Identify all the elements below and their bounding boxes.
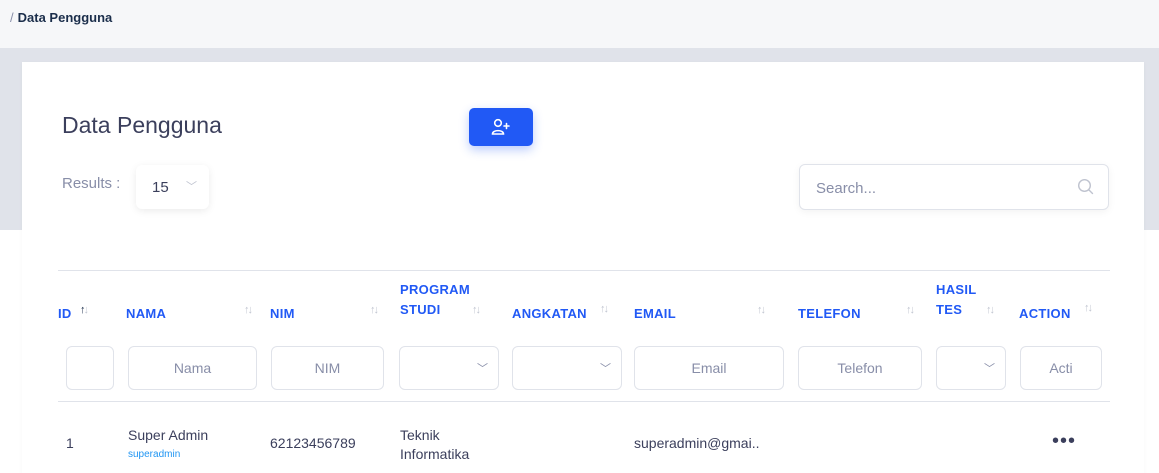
chevron-down-icon: ﹀ (186, 181, 197, 193)
sort-icon[interactable]: ↑↓ (370, 304, 379, 316)
filter-program-studi-select[interactable]: ﹀ (399, 346, 499, 390)
results-value: 15 (152, 178, 169, 196)
cell-id: 1 (66, 435, 74, 451)
filter-angkatan-select[interactable]: ﹀ (512, 346, 622, 390)
filter-telefon-input[interactable] (799, 347, 921, 389)
user-username: superadmin (128, 449, 181, 460)
filter-nim[interactable] (271, 346, 384, 390)
column-header-id[interactable]: ID (58, 306, 72, 322)
cell-nim: 62123456789 (270, 435, 356, 451)
table-top-divider (58, 270, 1110, 271)
column-header-nama[interactable]: NAMA (126, 306, 166, 322)
cell-nama: Super Admin superadmin (128, 426, 208, 464)
sort-icon[interactable]: ↑↓ (906, 304, 915, 316)
column-header-telefon[interactable]: TELEFON (798, 306, 861, 322)
filter-nim-input[interactable] (272, 347, 383, 389)
filter-nama-input[interactable] (129, 347, 256, 389)
top-bar: / Data Pengguna (0, 0, 1159, 48)
user-plus-icon (491, 118, 510, 135)
column-header-hasil-tes[interactable]: HASIL TES (936, 282, 977, 318)
search-icon[interactable] (1077, 178, 1094, 195)
breadcrumb-current[interactable]: Data Pengguna (18, 10, 113, 25)
chevron-down-icon: ﹀ (600, 363, 611, 375)
sort-icon[interactable]: ↑↓ (986, 304, 995, 316)
filter-email-input[interactable] (635, 347, 783, 389)
search-input[interactable] (816, 177, 1056, 199)
column-header-angkatan[interactable]: ANGKATAN (512, 306, 587, 322)
add-user-button[interactable] (469, 108, 533, 146)
user-full-name: Super Admin (128, 427, 209, 443)
filter-email[interactable] (634, 346, 784, 390)
cell-email: superadmin@gmai.. (634, 435, 760, 451)
sort-icon[interactable]: ↑↓ (244, 304, 253, 316)
cell-program-studi: Teknik Informatika (400, 427, 470, 462)
sort-icon[interactable]: ↑↓ (1084, 302, 1093, 314)
search-box[interactable] (799, 164, 1109, 210)
filter-nama[interactable] (128, 346, 257, 390)
filter-telefon[interactable] (798, 346, 922, 390)
results-label: Results : (62, 175, 121, 192)
chevron-down-icon: ﹀ (984, 363, 995, 375)
breadcrumb-separator: / (10, 10, 14, 25)
filter-hasil-tes-select[interactable]: ﹀ (936, 346, 1006, 390)
column-header-nim[interactable]: NIM (270, 306, 295, 322)
content-card: Data Pengguna Results : 15 ﹀ ID ↑↓ NAMA … (22, 62, 1144, 473)
filter-action[interactable] (1020, 346, 1102, 390)
sort-icon[interactable]: ↑↓ (757, 304, 766, 316)
filter-action-input[interactable] (1021, 347, 1101, 389)
column-header-email[interactable]: EMAIL (634, 306, 676, 322)
sort-icon[interactable]: ↑↓ (600, 303, 609, 315)
column-header-program-studi[interactable]: PROGRAM STUDI (400, 282, 470, 318)
column-header-action[interactable]: ACTION (1019, 306, 1071, 322)
table-row-divider (58, 401, 1110, 402)
page-title: Data Pengguna (62, 112, 222, 138)
results-per-page-select[interactable]: 15 ﹀ (136, 165, 209, 209)
sort-icon[interactable]: ↑↓ (472, 304, 481, 316)
filter-id-input[interactable] (67, 347, 113, 389)
breadcrumb: / Data Pengguna (10, 10, 112, 25)
filter-id[interactable] (66, 346, 114, 390)
chevron-down-icon: ﹀ (477, 363, 488, 375)
sort-icon[interactable]: ↑↓ (80, 304, 89, 316)
more-actions-icon[interactable]: ••• (1052, 431, 1076, 451)
